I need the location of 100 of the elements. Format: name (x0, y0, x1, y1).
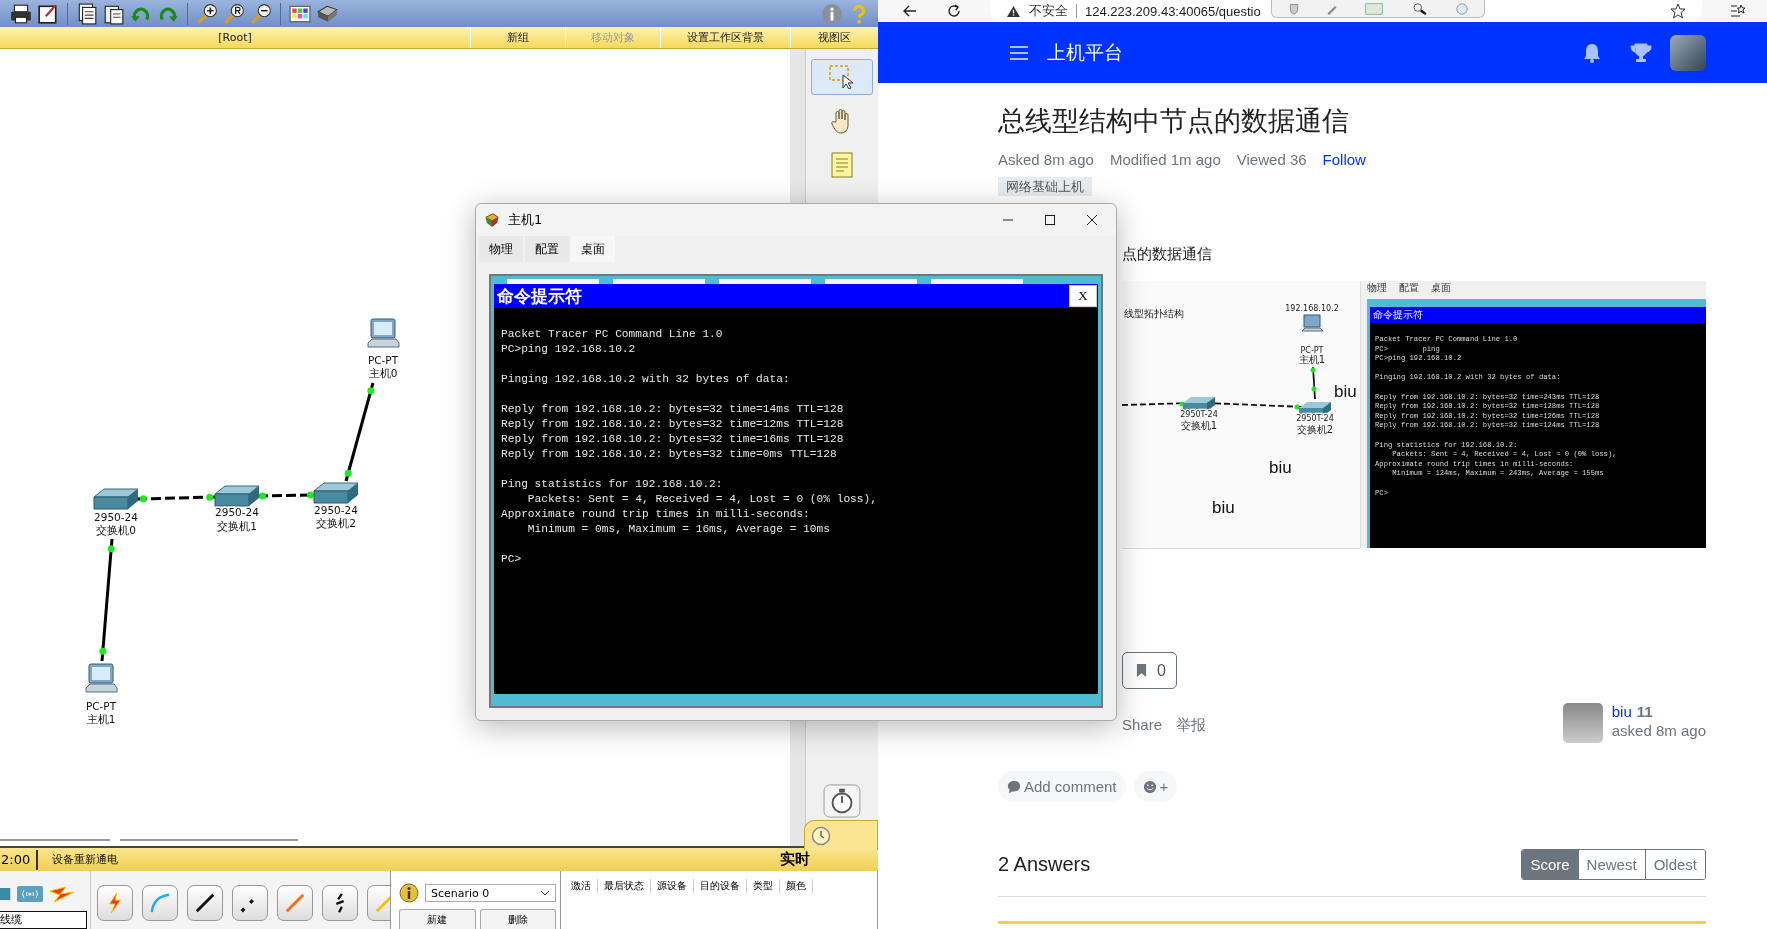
question-tag[interactable]: 网络基础上机 (998, 177, 1092, 196)
column-header: 源设备 (651, 879, 694, 893)
console-line: Reply from 192.168.10.2: bytes=32 time=12ms TTL=128 (501, 417, 845, 432)
console-line: PC>ping 192.168.10.2 (501, 342, 637, 357)
column-header: 颜色 (780, 879, 813, 893)
clock-icon (811, 825, 831, 846)
close-button[interactable]: X (1069, 285, 1097, 307)
pc-icon[interactable] (85, 663, 118, 693)
post-action-link[interactable]: Share (1122, 716, 1163, 743)
scenario-dropdown[interactable]: Scenario 0 (425, 884, 556, 902)
printer-icon[interactable] (10, 2, 32, 25)
trophy-icon[interactable] (1630, 41, 1652, 64)
back-arrow-icon[interactable] (902, 3, 918, 19)
desktop-app-tile[interactable] (613, 279, 705, 284)
notepad-icon[interactable] (37, 2, 59, 25)
favorites-icon[interactable] (1730, 3, 1746, 19)
power-cycle-button[interactable]: 设备重新通电 (52, 852, 119, 867)
menu-icon[interactable] (1009, 44, 1029, 61)
console-line: PC> (501, 552, 523, 567)
follow-link[interactable]: Follow (1322, 151, 1366, 168)
desktop-app-tile[interactable] (931, 279, 1023, 284)
desktop-app-tile[interactable] (825, 279, 917, 284)
scenario-button[interactable]: 新建 (399, 909, 476, 929)
note-text: biu (1334, 382, 1357, 401)
column-header: 类型 (747, 879, 780, 893)
device-name-label: 交换机1 (1180, 420, 1218, 431)
answers-heading: 2 Answers (998, 853, 1091, 876)
cable-button[interactable] (187, 885, 223, 921)
tab[interactable]: 物理 (479, 236, 523, 262)
app-icon (484, 212, 500, 228)
device-model-label: 2950T-24 (1296, 414, 1334, 423)
switch-icon[interactable] (214, 485, 260, 507)
sort-button[interactable]: Oldest (1644, 850, 1705, 879)
url-text: 124.223.209.43:40065/questio (1085, 3, 1261, 19)
bell-icon[interactable] (1582, 42, 1602, 63)
cable-button[interactable] (322, 885, 358, 921)
note-icon (831, 152, 853, 178)
scenario-button[interactable]: 删除 (479, 909, 556, 929)
zoom-out-icon[interactable] (250, 2, 272, 25)
device-model-label: 2950-24 (94, 511, 138, 523)
author-name-link[interactable]: biu (1611, 703, 1632, 720)
tab[interactable]: 配置 (525, 236, 569, 262)
workspace-action[interactable]: 新组 (470, 27, 565, 48)
desktop-app-tile[interactable] (507, 279, 599, 284)
device-model-label: PC-PT (1300, 346, 1324, 355)
network-link[interactable] (257, 491, 316, 500)
reload-icon[interactable] (946, 3, 962, 19)
info-icon[interactable] (821, 2, 843, 25)
bookmark-button[interactable]: 0 (1122, 652, 1177, 689)
user-avatar[interactable] (1670, 34, 1706, 71)
zoom-in-icon[interactable] (196, 2, 218, 25)
pc-icon[interactable] (367, 318, 400, 348)
tool-button[interactable] (811, 59, 873, 95)
sort-button[interactable]: Score (1522, 850, 1578, 879)
prompt-title: 命令提示符 (1370, 307, 1706, 323)
switch-icon[interactable] (93, 488, 139, 510)
device-name-label: 主机0 (368, 367, 398, 379)
desktop-app-tile[interactable] (719, 279, 811, 284)
console-line: Pinging 192.168.10.2 with 32 bytes of data: (501, 372, 791, 387)
hub-icon[interactable] (0, 885, 12, 903)
add-comment-button[interactable]: Add comment (998, 771, 1126, 802)
note-text: biu (1212, 498, 1235, 517)
network-link[interactable] (344, 382, 375, 482)
author-avatar[interactable] (1562, 703, 1603, 743)
bookmark-icon (1136, 663, 1147, 678)
post-action-link[interactable]: 举报 (1176, 716, 1207, 743)
reputation: 11 (1636, 703, 1653, 720)
device-model-label: 2950-24 (314, 504, 358, 516)
question-meta: Modified 1m ago (1109, 151, 1221, 168)
close-icon[interactable] (1086, 214, 1098, 226)
lightning-icon[interactable] (48, 885, 76, 903)
network-link[interactable] (99, 538, 115, 662)
document-copy-icon[interactable] (76, 2, 98, 25)
question-title: 总线型结构中节点的数据通信 (998, 105, 1350, 138)
network-link[interactable] (136, 493, 217, 503)
topology-caption: 线型拓扑结构 (1124, 308, 1184, 319)
breadcrumb[interactable]: [Root] (0, 27, 470, 48)
scroll-track[interactable] (120, 839, 298, 841)
globe-icon[interactable] (1453, 2, 1470, 15)
device-category-label: 线缆 (0, 911, 87, 929)
maximize-icon[interactable] (1044, 214, 1056, 226)
tab-label: 物理 (1367, 281, 1387, 294)
workspace-action[interactable]: 设置工作区背景 (660, 27, 790, 48)
device-name-label: 交换机0 (96, 524, 136, 536)
switch-icon[interactable] (313, 482, 359, 504)
wireless-icon[interactable] (16, 885, 44, 903)
zoom-reset-icon[interactable] (223, 2, 245, 25)
scroll-track[interactable] (0, 839, 110, 841)
star-icon[interactable] (1670, 3, 1686, 19)
tab[interactable]: 桌面 (571, 236, 615, 262)
lightning-icon (106, 892, 124, 914)
device-name-label: 主机1 (86, 713, 116, 725)
curved-cable-icon (149, 892, 171, 914)
reaction-button[interactable]: + (1133, 771, 1178, 802)
stopwatch-icon[interactable] (822, 784, 862, 818)
address-bar[interactable]: 不安全 124.223.209.43:40065/questio (990, 0, 1702, 22)
site-title[interactable]: 上机平台 (1047, 39, 1123, 66)
warning-icon (1006, 4, 1021, 18)
console-line: Ping statistics for 192.168.10.2: (501, 477, 724, 492)
security-label: 不安全 (1029, 2, 1068, 20)
